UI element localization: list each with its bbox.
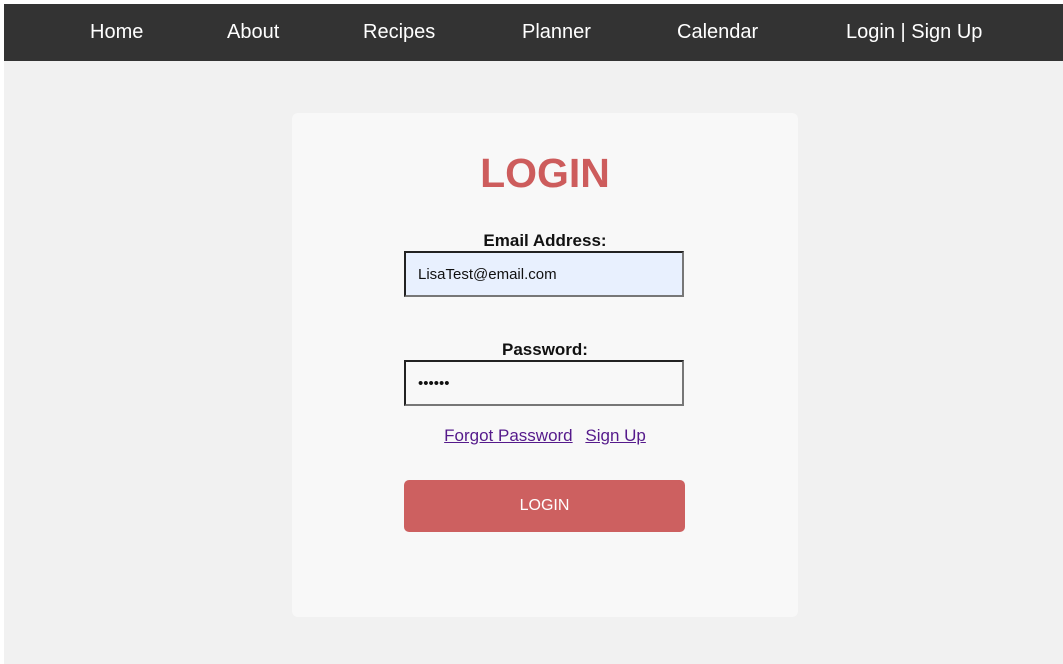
email-label: Email Address:	[483, 231, 607, 250]
top-navbar: Home About Recipes Planner Calendar Logi…	[4, 4, 1063, 61]
auth-links: Forgot Password Sign Up	[292, 426, 798, 446]
nav-link-recipes[interactable]: Recipes	[363, 4, 435, 61]
login-card: LOGIN Email Address: Password: Forgot Pa…	[292, 113, 798, 617]
nav-link-home[interactable]: Home	[90, 4, 143, 61]
nav-link-calendar[interactable]: Calendar	[677, 4, 758, 61]
nav-link-about[interactable]: About	[227, 4, 279, 61]
password-field[interactable]	[404, 360, 684, 406]
nav-link-planner[interactable]: Planner	[522, 4, 591, 61]
page: Home About Recipes Planner Calendar Logi…	[4, 4, 1063, 664]
login-button[interactable]: LOGIN	[404, 480, 685, 532]
nav-link-login-signup[interactable]: Login | Sign Up	[846, 4, 982, 61]
email-field[interactable]	[404, 251, 684, 297]
forgot-password-link[interactable]: Forgot Password	[444, 426, 573, 445]
login-title: LOGIN	[480, 150, 610, 196]
sign-up-link[interactable]: Sign Up	[585, 426, 645, 445]
password-label: Password:	[502, 340, 588, 359]
